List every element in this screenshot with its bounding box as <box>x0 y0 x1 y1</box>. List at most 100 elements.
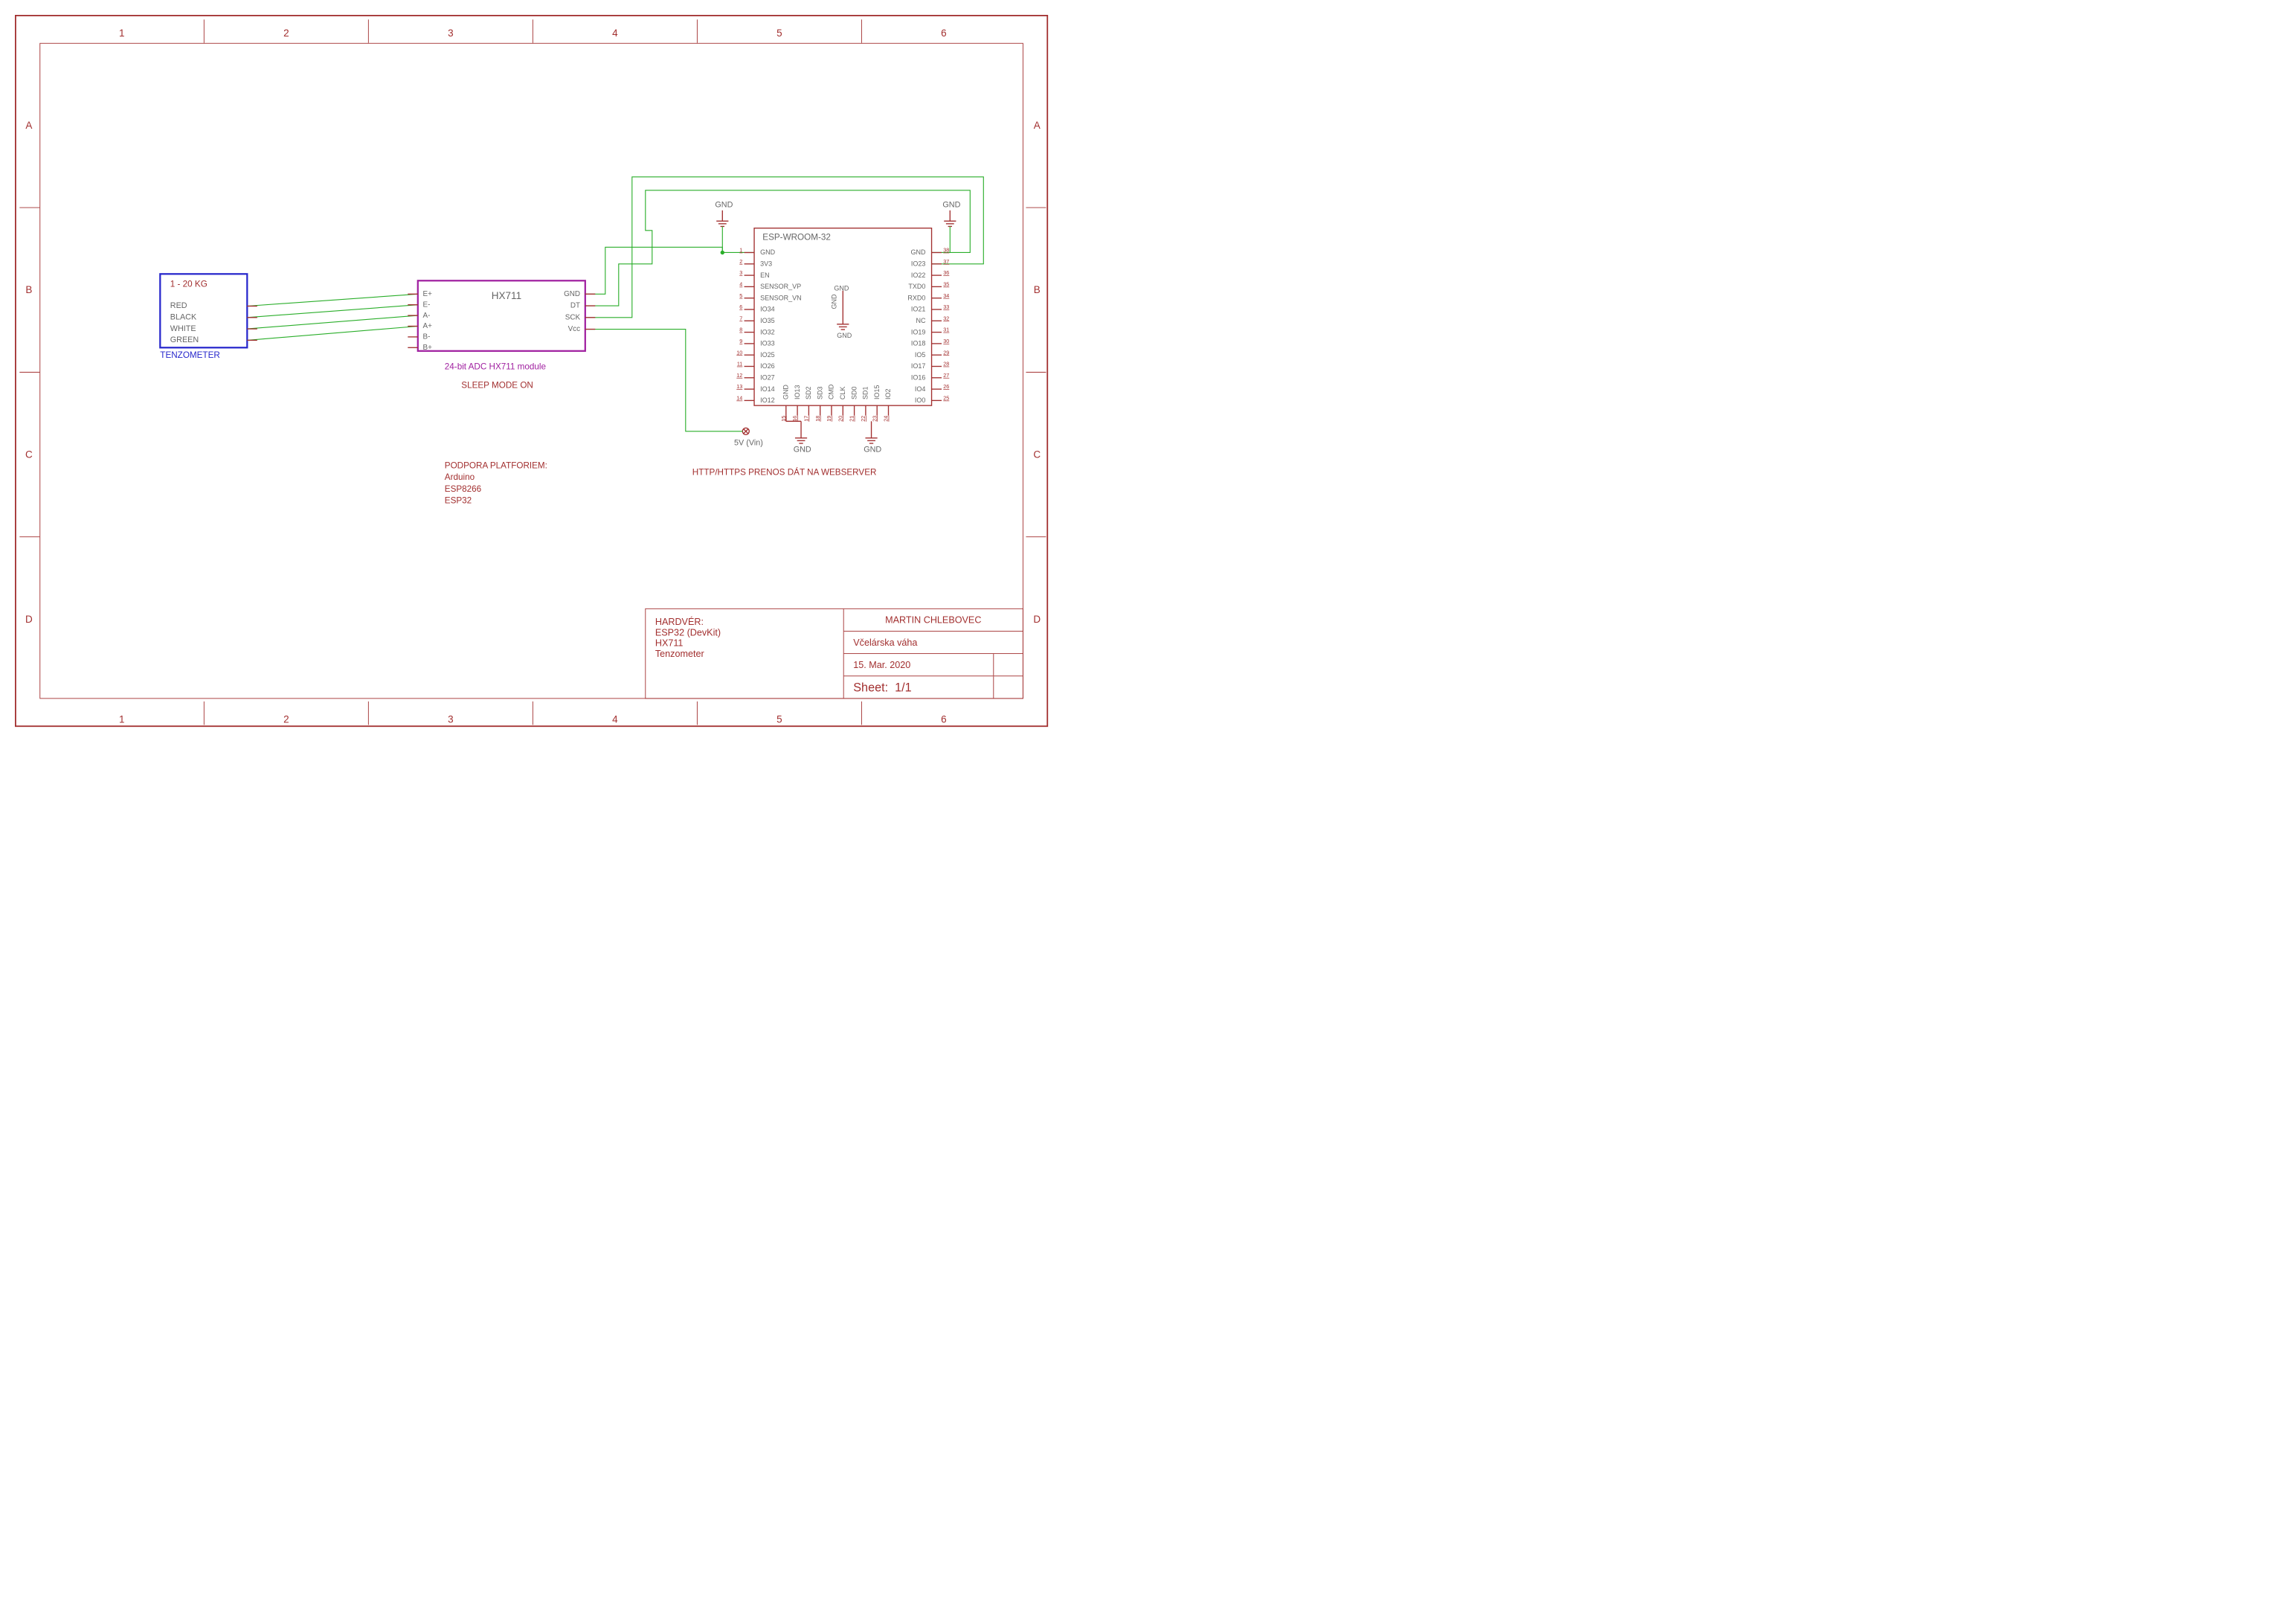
svg-text:IO34: IO34 <box>760 306 775 313</box>
svg-text:36: 36 <box>943 269 949 276</box>
svg-text:11: 11 <box>737 361 742 367</box>
svg-text:6: 6 <box>941 28 947 39</box>
svg-text:33: 33 <box>943 304 949 310</box>
svg-text:GND: GND <box>834 284 849 292</box>
svg-text:4: 4 <box>612 28 618 39</box>
svg-text:RED: RED <box>170 301 187 310</box>
svg-text:SD1: SD1 <box>862 387 869 400</box>
esp-name: ESP-WROOM-32 <box>762 232 831 242</box>
svg-text:IO16: IO16 <box>911 374 926 382</box>
svg-text:GND: GND <box>760 248 776 256</box>
svg-text:6: 6 <box>739 304 742 310</box>
svg-text:1: 1 <box>119 28 125 39</box>
caption-plat-2: ESP32 <box>445 496 472 506</box>
svg-text:31: 31 <box>943 327 949 333</box>
svg-text:4: 4 <box>612 713 618 725</box>
svg-text:E+: E+ <box>423 290 433 298</box>
svg-text:RXD0: RXD0 <box>907 294 925 301</box>
title-block: HARDVÉR: ESP32 (DevKit) HX711 Tenzometer… <box>645 608 1023 699</box>
hx711-sub1: 24-bit ADC HX711 module <box>445 362 546 372</box>
svg-text:2: 2 <box>283 28 289 39</box>
svg-text:7: 7 <box>739 315 742 321</box>
svg-text:2: 2 <box>739 258 742 265</box>
svg-text:25: 25 <box>943 395 949 402</box>
svg-text:IO26: IO26 <box>760 362 775 370</box>
svg-text:10: 10 <box>736 349 742 356</box>
svg-text:SD3: SD3 <box>816 387 823 400</box>
svg-text:29: 29 <box>943 349 949 356</box>
svg-text:A: A <box>1034 120 1041 131</box>
svg-text:A+: A+ <box>423 322 433 330</box>
svg-text:GREEN: GREEN <box>170 335 199 344</box>
svg-text:19: 19 <box>826 416 832 422</box>
svg-text:20: 20 <box>837 416 843 422</box>
svg-text:27: 27 <box>943 372 949 379</box>
svg-text:TXD0: TXD0 <box>908 283 925 290</box>
svg-text:30: 30 <box>943 338 949 344</box>
hx711-name: HX711 <box>492 290 521 301</box>
svg-text:IO21: IO21 <box>911 306 926 313</box>
svg-text:5: 5 <box>776 713 782 725</box>
svg-text:28: 28 <box>943 361 949 367</box>
svg-text:A-: A- <box>423 312 431 320</box>
gnd-bottom-2: GND <box>864 421 881 454</box>
svg-text:NC: NC <box>916 317 925 324</box>
svg-text:GND: GND <box>837 332 852 339</box>
svg-text:23: 23 <box>871 416 878 422</box>
svg-text:GND: GND <box>782 385 790 400</box>
svg-text:9: 9 <box>739 338 742 344</box>
svg-text:22: 22 <box>860 416 866 422</box>
svg-text:37: 37 <box>943 258 949 265</box>
svg-text:CLK: CLK <box>839 387 846 400</box>
svg-text:IO32: IO32 <box>760 328 775 335</box>
svg-text:IO23: IO23 <box>911 260 926 268</box>
svg-text:IO13: IO13 <box>794 385 801 400</box>
svg-text:3V3: 3V3 <box>760 260 772 268</box>
hx711-sub2: SLEEP MODE ON <box>461 380 533 390</box>
svg-text:IO18: IO18 <box>911 340 926 347</box>
gnd-right-top: GND <box>942 200 960 226</box>
svg-text:SD2: SD2 <box>805 387 812 400</box>
tenzo-label: TENZOMETER <box>160 350 220 360</box>
svg-text:38: 38 <box>943 247 949 254</box>
svg-text:21: 21 <box>849 416 855 422</box>
svg-text:24: 24 <box>883 416 890 422</box>
svg-text:B-: B- <box>423 333 431 341</box>
svg-text:B: B <box>1034 284 1041 295</box>
svg-text:IO35: IO35 <box>760 317 775 324</box>
svg-text:3: 3 <box>448 713 454 725</box>
svg-text:GND: GND <box>942 200 960 209</box>
title-date: 15. Mar. 2020 <box>844 654 1023 676</box>
svg-text:13: 13 <box>736 383 742 390</box>
svg-text:16: 16 <box>791 416 798 422</box>
svg-text:IO4: IO4 <box>915 385 926 393</box>
svg-text:3: 3 <box>448 28 454 39</box>
svg-text:4: 4 <box>739 281 742 288</box>
svg-text:6: 6 <box>941 713 947 725</box>
svg-text:BLACK: BLACK <box>170 313 197 322</box>
svg-text:D: D <box>1033 614 1041 625</box>
gnd-bottom-1: GND <box>794 421 811 454</box>
svg-text:18: 18 <box>814 416 821 422</box>
svg-text:3: 3 <box>739 269 742 276</box>
svg-text:17: 17 <box>803 416 810 422</box>
svg-text:B+: B+ <box>423 344 433 352</box>
svg-text:GND: GND <box>864 446 881 455</box>
title-author: MARTIN CHLEBOVEC <box>844 609 1023 632</box>
svg-text:IO2: IO2 <box>884 389 892 400</box>
svg-text:26: 26 <box>943 383 949 390</box>
title-hardware: HARDVÉR: ESP32 (DevKit) HX711 Tenzometer <box>646 609 843 699</box>
svg-text:8: 8 <box>739 327 742 333</box>
svg-text:GND: GND <box>564 290 580 298</box>
tenzo-title: 1 - 20 KG <box>170 279 208 289</box>
svg-text:1: 1 <box>739 247 742 254</box>
svg-text:IO17: IO17 <box>911 362 926 370</box>
caption-http: HTTP/HTTPS PRENOS DÁT NA WEBSERVER <box>692 467 877 477</box>
svg-text:IO14: IO14 <box>760 385 775 393</box>
title-sheet: Sheet: 1/1 <box>844 676 1023 698</box>
svg-text:GND: GND <box>910 248 926 256</box>
svg-text:WHITE: WHITE <box>170 324 196 333</box>
svg-text:EN: EN <box>760 272 770 279</box>
svg-text:SCK: SCK <box>565 314 581 322</box>
svg-text:GND: GND <box>830 294 837 309</box>
